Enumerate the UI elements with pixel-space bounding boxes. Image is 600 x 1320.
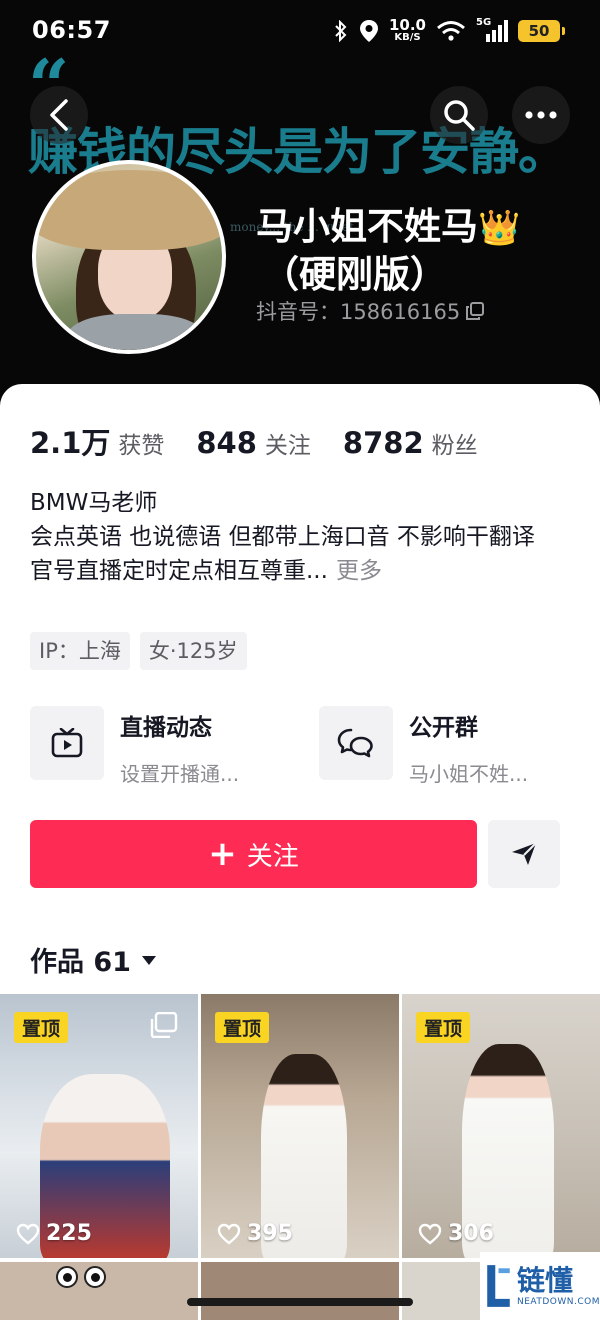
following-count[interactable]: 848 bbox=[196, 426, 257, 460]
live-entry-title: 直播动态 bbox=[120, 715, 212, 741]
gallery-icon bbox=[150, 1012, 178, 1038]
video-like-count: 225 bbox=[16, 1221, 92, 1246]
bio: BMW马老师 会点英语 也说德语 但都带上海口音 不影响干翻译 官号直播定时定点… bbox=[30, 486, 576, 588]
bluetooth-icon bbox=[335, 19, 347, 42]
gender-age-tag: 女·125岁 bbox=[139, 632, 247, 670]
group-entry-subtitle: 马小姐不姓... bbox=[409, 762, 529, 786]
eye-right bbox=[84, 1266, 106, 1288]
live-entry-text: 直播动态 设置开播通... bbox=[120, 706, 239, 787]
cellular-signal-icon: 5G bbox=[476, 16, 508, 43]
works-tab[interactable]: 作品 61 bbox=[30, 940, 157, 979]
profile-name-suffix: （硬刚版） bbox=[262, 253, 447, 296]
plus-icon: + bbox=[208, 834, 237, 874]
likes-label: 获赞 bbox=[118, 433, 165, 459]
search-button[interactable] bbox=[430, 86, 488, 144]
live-entry-subtitle: 设置开播通... bbox=[120, 762, 240, 786]
public-group-entry[interactable]: 公开群 马小姐不姓... bbox=[319, 706, 528, 787]
likes-count[interactable]: 2.1万 bbox=[30, 420, 110, 462]
chevron-left-icon bbox=[50, 99, 68, 131]
eye-left bbox=[56, 1266, 78, 1288]
watermark-text: 链懂 NEATDOWN.COM bbox=[516, 1264, 600, 1308]
followers-label: 粉丝 bbox=[431, 433, 478, 459]
status-time: 06:57 bbox=[32, 16, 111, 44]
watermark-sub: NEATDOWN.COM bbox=[516, 1297, 600, 1307]
net-speed-value: 10.0 bbox=[388, 16, 426, 34]
avatar[interactable] bbox=[32, 160, 226, 354]
video-like-count-text: 395 bbox=[247, 1221, 293, 1246]
followers-count[interactable]: 8782 bbox=[343, 426, 424, 460]
wifi-icon bbox=[437, 20, 465, 41]
follow-label: 关注 bbox=[246, 841, 299, 872]
avatar-hat bbox=[36, 170, 222, 250]
video-tile-partial[interactable] bbox=[201, 1262, 399, 1320]
copy-icon[interactable] bbox=[466, 302, 485, 320]
watermark-title: 链懂 bbox=[516, 1264, 573, 1297]
send-icon bbox=[512, 842, 537, 865]
douyin-id[interactable]: 抖音号：158616165 bbox=[256, 296, 485, 326]
status-icons: 10.0 KB/S 5G 50 bbox=[333, 16, 565, 43]
battery-indicator: 50 bbox=[518, 19, 565, 42]
video-like-count: 395 bbox=[217, 1221, 293, 1246]
profile-tags: IP：上海 女·125岁 bbox=[30, 632, 247, 670]
group-entry-icon-box bbox=[319, 706, 393, 780]
status-bar: 06:57 10.0 KB/S 5G 50 bbox=[0, 0, 600, 64]
home-indicator[interactable] bbox=[187, 1298, 413, 1306]
avatar-dress bbox=[66, 314, 206, 350]
profile-header: 06:57 10.0 KB/S 5G 50 “ 赚钱的尽头是为了安静。 mone… bbox=[0, 0, 600, 420]
heart-icon bbox=[418, 1223, 442, 1245]
bio-line-3-text: 官号直播定时定点相互尊重... bbox=[30, 558, 328, 584]
heart-icon bbox=[16, 1223, 40, 1245]
pinned-badge: 置顶 bbox=[416, 1012, 471, 1043]
pinned-badge: 置顶 bbox=[215, 1012, 270, 1043]
tv-icon bbox=[51, 728, 83, 758]
profile-name: 马小姐不姓马👑 bbox=[256, 196, 520, 250]
video-tile-partial[interactable] bbox=[0, 1262, 198, 1320]
video-tile[interactable]: 置顶 395 bbox=[201, 994, 399, 1258]
watermark-logo-icon bbox=[487, 1265, 510, 1307]
bio-line-1: BMW马老师 bbox=[30, 490, 158, 516]
net-speed-unit: KB/S bbox=[394, 32, 421, 43]
stats-row: 2.1万 获赞 848 关注 8782 粉丝 bbox=[30, 420, 510, 462]
back-button[interactable] bbox=[30, 86, 88, 144]
chat-bubbles-icon bbox=[337, 728, 373, 758]
message-button[interactable] bbox=[488, 820, 560, 888]
search-icon bbox=[444, 100, 475, 131]
works-label: 作品 61 bbox=[30, 947, 131, 978]
more-button[interactable] bbox=[512, 86, 570, 144]
video-like-count-text: 225 bbox=[46, 1221, 92, 1246]
bio-line-3: 官号直播定时定点相互尊重... 更多 bbox=[30, 554, 576, 588]
caret-down-icon bbox=[141, 955, 156, 965]
profile-card: 2.1万 获赞 848 关注 8782 粉丝 BMW马老师 会点英语 也说德语 … bbox=[0, 384, 600, 1320]
group-entry-title: 公开群 bbox=[409, 715, 478, 741]
douyin-id-text: 抖音号：158616165 bbox=[256, 300, 461, 324]
video-tile[interactable]: 置顶 306 bbox=[402, 994, 600, 1258]
video-like-count: 306 bbox=[418, 1221, 494, 1246]
bio-more-link[interactable]: 更多 bbox=[336, 558, 382, 584]
more-dots-icon bbox=[525, 111, 557, 119]
live-updates-entry[interactable]: 直播动态 设置开播通... bbox=[30, 706, 239, 787]
battery-level: 50 bbox=[528, 21, 550, 40]
bio-line-2: 会点英语 也说德语 但都带上海口音 不影响干翻译 bbox=[30, 524, 535, 550]
network-type: 5G bbox=[476, 16, 492, 28]
following-label: 关注 bbox=[264, 433, 311, 459]
heart-icon bbox=[217, 1223, 241, 1245]
pinned-badge: 置顶 bbox=[14, 1012, 69, 1043]
ip-tag: IP：上海 bbox=[30, 632, 130, 670]
video-tile[interactable]: 置顶 225 bbox=[0, 994, 198, 1258]
location-icon bbox=[359, 19, 378, 42]
video-like-count-text: 306 bbox=[448, 1221, 494, 1246]
net-speed: 10.0 KB/S bbox=[389, 18, 426, 43]
follow-button[interactable]: + 关注 bbox=[30, 820, 477, 888]
group-entry-text: 公开群 马小姐不姓... bbox=[409, 706, 528, 787]
crown-icon: 👑 bbox=[478, 208, 521, 248]
profile-name-text: 马小姐不姓马 bbox=[256, 205, 478, 248]
site-watermark: 链懂 NEATDOWN.COM bbox=[480, 1252, 600, 1320]
live-entry-icon-box bbox=[30, 706, 104, 780]
googly-eyes-sticker bbox=[56, 1266, 106, 1288]
